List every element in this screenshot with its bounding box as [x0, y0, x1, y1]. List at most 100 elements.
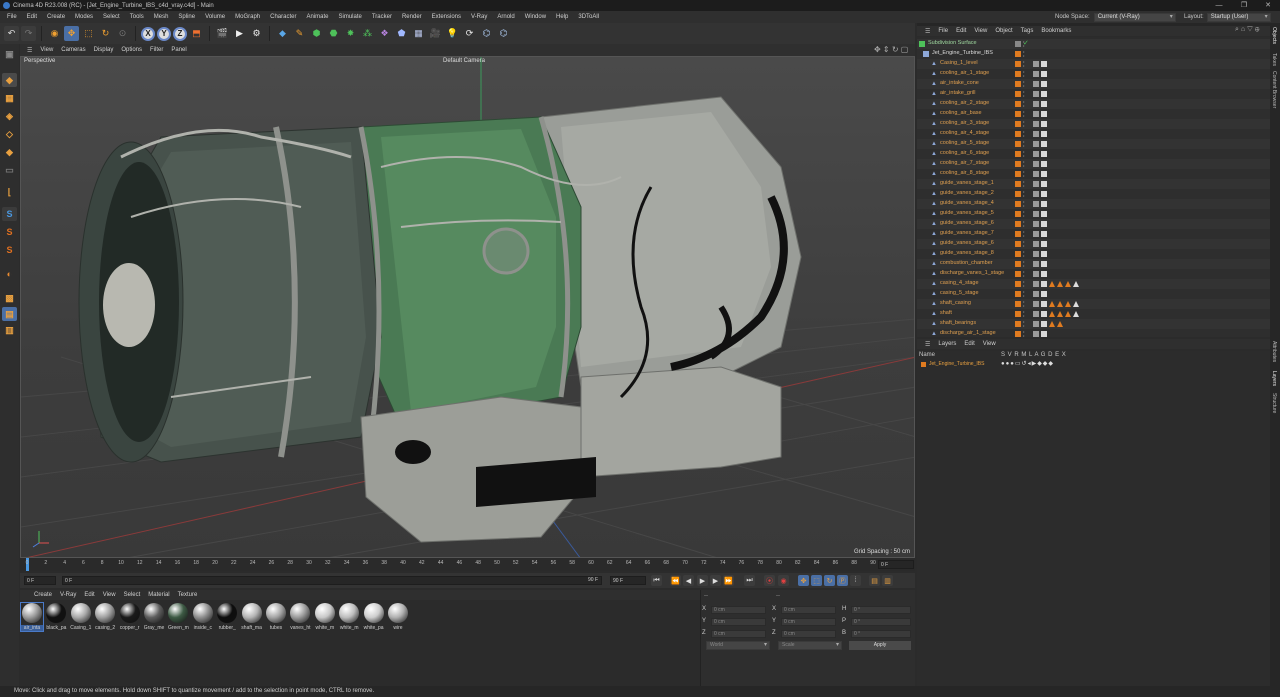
material-swatch[interactable]: air_inta [20, 602, 44, 632]
object-menu-edit[interactable]: Edit [952, 28, 970, 34]
viewport-menu-cameras[interactable]: Cameras [57, 47, 89, 53]
material-preview-icon[interactable] [339, 603, 360, 623]
menu-render[interactable]: Render [397, 14, 427, 20]
texture-tag-icon[interactable] [1057, 301, 1063, 307]
material-tag-icon[interactable] [1033, 111, 1039, 117]
light-icon[interactable]: 💡 [445, 26, 460, 41]
material-menu-create[interactable]: Create [30, 592, 56, 598]
menu-spline[interactable]: Spline [173, 14, 200, 20]
menu-mograph[interactable]: MoGraph [230, 14, 265, 20]
material-tag-icon[interactable] [1041, 61, 1047, 67]
texture-tag-icon[interactable] [1073, 281, 1079, 287]
material-swatch[interactable]: rubber_ [216, 603, 238, 631]
dope-sheet-icon[interactable]: ▥ [882, 575, 893, 586]
edges-mode-icon[interactable]: ◇ [2, 127, 17, 141]
viewport-solo-icon[interactable]: ▤ [2, 307, 17, 321]
material-tag-icon[interactable] [1041, 71, 1047, 77]
material-preview-icon[interactable] [144, 603, 164, 623]
extrude-icon[interactable]: ⬣ [326, 26, 341, 41]
object-row[interactable]: ▲ shaft_bearings • • [917, 319, 1270, 329]
object-name[interactable]: guide_vanes_stage_6 [940, 220, 994, 226]
current-frame-field[interactable]: 0 F [878, 560, 914, 569]
visibility-dots-icon[interactable]: • • [1023, 200, 1024, 208]
layer-color-tag[interactable] [1015, 271, 1021, 277]
material-tag-icon[interactable] [1033, 291, 1039, 297]
material-swatch[interactable]: wire [387, 603, 409, 631]
material-tag-icon[interactable] [1033, 201, 1039, 207]
material-menu-material[interactable]: Material [144, 592, 173, 598]
object-name[interactable]: cooling_air_5_stage [940, 140, 989, 146]
scene-icon[interactable]: ⬟ [394, 26, 409, 41]
material-tag-icon[interactable] [1033, 241, 1039, 247]
object-name[interactable]: cooling_air_1_stage [940, 70, 989, 76]
layer-color-tag[interactable] [1015, 281, 1021, 287]
visibility-dots-icon[interactable]: • • [1023, 110, 1024, 118]
object-row[interactable]: ▲ guide_vanes_stage_4 • • [917, 199, 1270, 209]
material-swatch[interactable]: shaft_ma [241, 603, 263, 631]
workplane-icon[interactable]: S [2, 225, 17, 239]
menu-file[interactable]: File [2, 14, 22, 20]
object-name[interactable]: Subdivision Surface [928, 40, 977, 46]
viewport-menu-options[interactable]: Options [117, 47, 146, 53]
start-frame-field[interactable]: 0 F [24, 576, 56, 585]
lock-z-axis-button[interactable]: Z [173, 26, 187, 41]
material-preview-icon[interactable] [119, 603, 140, 623]
viewport-navigation-icon[interactable]: ✥ ⇕ ↻ ▢ [874, 45, 908, 54]
texture-tag-icon[interactable] [1057, 281, 1063, 287]
object-row[interactable]: Jet_Engine_Turbine_IBS • • [917, 49, 1270, 59]
go-to-start-icon[interactable]: ⏮ [651, 575, 662, 586]
texture-tag-icon[interactable] [1049, 321, 1055, 327]
layer-color-tag[interactable] [1015, 71, 1021, 77]
layer-color-tag[interactable] [1015, 181, 1021, 187]
object-row[interactable]: ▲ guide_vanes_stage_6 • • [917, 219, 1270, 229]
material-swatch[interactable]: casing_2 [94, 603, 116, 631]
material-swatch[interactable]: Casing_1 [70, 603, 92, 631]
menu-mesh[interactable]: Mesh [149, 14, 174, 20]
object-name[interactable]: guide_vanes_stage_5 [940, 210, 994, 216]
material-swatch[interactable]: white_m [314, 603, 336, 631]
pen-icon[interactable]: ✎ [292, 26, 307, 41]
material-tag-icon[interactable] [1033, 221, 1039, 227]
tab-content-browser[interactable]: Content Browser [1271, 71, 1277, 108]
layer-color-tag[interactable] [1015, 101, 1021, 107]
render-view-icon[interactable]: 🎬 [215, 26, 230, 41]
menu-volume[interactable]: Volume [200, 14, 230, 20]
layer-panel-icon[interactable]: ☰ [921, 341, 934, 348]
layer-color-tag[interactable] [1015, 161, 1021, 167]
menu-modes[interactable]: Modes [70, 14, 98, 20]
tab-structure[interactable]: Structure [1271, 393, 1277, 413]
visibility-dots-icon[interactable]: • • [1023, 100, 1024, 108]
lock-x-axis-button[interactable]: X [141, 26, 155, 41]
material-tag-icon[interactable] [1033, 331, 1039, 337]
material-tag-icon[interactable] [1033, 211, 1039, 217]
cloner-icon[interactable]: ✸ [343, 26, 358, 41]
layer-color-tag[interactable] [1015, 311, 1021, 317]
render-settings-icon[interactable]: ⚙ [249, 26, 264, 41]
material-swatch[interactable]: black_pa [45, 603, 67, 631]
object-row[interactable]: ▲ casing_5_stage • • [917, 289, 1270, 299]
material-tag-icon[interactable] [1041, 171, 1047, 177]
key-position-icon[interactable]: ✥ [798, 575, 809, 586]
object-name[interactable]: cooling_air_8_stage [940, 170, 989, 176]
play-icon[interactable]: ▶ [697, 575, 708, 586]
material-tag-icon[interactable] [1041, 201, 1047, 207]
material-tag-icon[interactable] [1033, 301, 1039, 307]
material-tag-icon[interactable] [1041, 101, 1047, 107]
lock-workplane-icon[interactable]: ▥ [2, 323, 17, 337]
coord-pos-y-field[interactable]: 0 cm [711, 618, 766, 626]
material-preview-icon[interactable] [95, 603, 116, 623]
material-tag-icon[interactable] [1041, 241, 1047, 247]
go-to-end-icon[interactable]: ⏭ [744, 575, 755, 586]
material-tag-icon[interactable] [1041, 271, 1047, 277]
material-tag-icon[interactable] [1033, 61, 1039, 67]
layer-color-tag[interactable] [1015, 41, 1021, 47]
layer-menu-edit[interactable]: Edit [960, 341, 978, 347]
object-name[interactable]: air_intake_cone [940, 80, 979, 86]
object-name[interactable]: Jet_Engine_Turbine_IBS [932, 50, 993, 56]
object-name[interactable]: cooling_air_4_stage [940, 130, 989, 136]
layer-color-tag[interactable] [1015, 231, 1021, 237]
texture-tag-icon[interactable] [1065, 311, 1071, 317]
menu-vray[interactable]: V-Ray [466, 14, 492, 20]
coord-pos-z-field[interactable]: 0 cm [711, 630, 766, 638]
recent-tools-icon[interactable]: ⊙ [115, 26, 130, 41]
